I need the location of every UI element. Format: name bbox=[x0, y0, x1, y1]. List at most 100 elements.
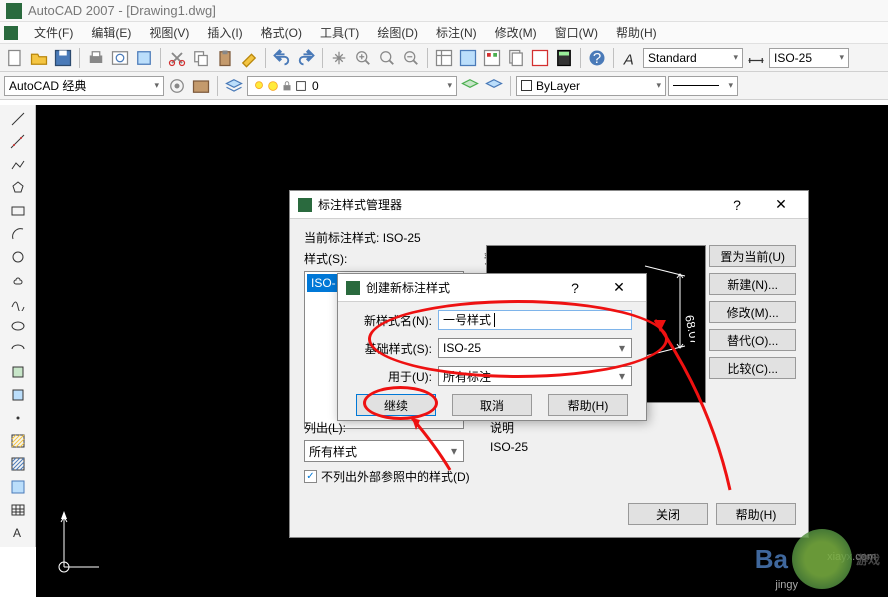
new-name-input[interactable]: 一号样式 bbox=[438, 310, 632, 330]
cut-icon[interactable] bbox=[166, 47, 188, 69]
watermark: Ba 游戏 bbox=[755, 529, 880, 589]
xref-checkbox[interactable]: ✓ bbox=[304, 470, 317, 483]
insert-block-icon[interactable] bbox=[7, 361, 29, 383]
workspace-combo[interactable]: AutoCAD 经典 bbox=[4, 76, 164, 96]
open-icon[interactable] bbox=[28, 47, 50, 69]
compare-button[interactable]: 比较(C)... bbox=[709, 357, 796, 379]
new-button[interactable]: 新建(N)... bbox=[709, 273, 796, 295]
menu-modify[interactable]: 修改(M) bbox=[487, 22, 545, 43]
workspace-toolbar: AutoCAD 经典 0 ByLayer bbox=[0, 72, 888, 100]
menu-file[interactable]: 文件(F) bbox=[26, 22, 81, 43]
menu-dimension[interactable]: 标注(N) bbox=[428, 22, 485, 43]
override-button[interactable]: 替代(O)... bbox=[709, 329, 796, 351]
dialog-title-bar[interactable]: 标注样式管理器 ? ✕ bbox=[290, 191, 808, 219]
save-icon[interactable] bbox=[52, 47, 74, 69]
print-icon[interactable] bbox=[85, 47, 107, 69]
workspace-save-icon[interactable] bbox=[190, 75, 212, 97]
region-icon[interactable] bbox=[7, 476, 29, 498]
dialog-help-button[interactable]: ? bbox=[718, 193, 756, 217]
tool-palette-icon[interactable] bbox=[481, 47, 503, 69]
dialog2-icon bbox=[346, 281, 360, 295]
watermark-logo-icon bbox=[792, 529, 852, 589]
layer-manager-icon[interactable] bbox=[223, 75, 245, 97]
continue-button[interactable]: 继续 bbox=[356, 394, 436, 416]
menu-draw[interactable]: 绘图(D) bbox=[369, 22, 426, 43]
help-icon[interactable]: ? bbox=[586, 47, 608, 69]
separator bbox=[510, 76, 511, 96]
dim-style-btn-icon[interactable] bbox=[745, 47, 767, 69]
arc-icon[interactable] bbox=[7, 223, 29, 245]
layer-lock-icon bbox=[280, 79, 294, 93]
matchprop-icon[interactable] bbox=[238, 47, 260, 69]
workspace-settings-icon[interactable] bbox=[166, 75, 188, 97]
color-combo[interactable]: ByLayer bbox=[516, 76, 666, 96]
menu-insert[interactable]: 插入(I) bbox=[199, 22, 250, 43]
xref-checkbox-row[interactable]: ✓ 不列出外部参照中的样式(D) bbox=[304, 468, 470, 485]
properties-icon[interactable] bbox=[433, 47, 455, 69]
dialog2-close-button[interactable]: ✕ bbox=[600, 276, 638, 300]
menu-view[interactable]: 视图(V) bbox=[141, 22, 197, 43]
markup-icon[interactable] bbox=[529, 47, 551, 69]
paste-icon[interactable] bbox=[214, 47, 236, 69]
new-icon[interactable] bbox=[4, 47, 26, 69]
redo-icon[interactable] bbox=[295, 47, 317, 69]
menu-format[interactable]: 格式(O) bbox=[253, 22, 310, 43]
separator bbox=[580, 48, 581, 68]
title-bar: AutoCAD 2007 - [Drawing1.dwg] bbox=[0, 0, 888, 22]
table-icon[interactable] bbox=[7, 499, 29, 521]
circle-icon[interactable] bbox=[7, 246, 29, 268]
zoom-rt-icon[interactable] bbox=[352, 47, 374, 69]
set-current-button[interactable]: 置为当前(U) bbox=[709, 245, 796, 267]
zoom-prev-icon[interactable] bbox=[400, 47, 422, 69]
line-icon[interactable] bbox=[7, 108, 29, 130]
sheet-set-icon[interactable] bbox=[505, 47, 527, 69]
ellipse-arc-icon[interactable] bbox=[7, 338, 29, 360]
help-button-2[interactable]: 帮助(H) bbox=[548, 394, 628, 416]
polygon-icon[interactable] bbox=[7, 177, 29, 199]
modify-button[interactable]: 修改(M)... bbox=[709, 301, 796, 323]
mtext-icon[interactable]: A bbox=[7, 522, 29, 544]
dim-style-combo[interactable]: ISO-25 bbox=[769, 48, 849, 68]
plot-preview-icon[interactable] bbox=[109, 47, 131, 69]
text-style-btn-icon[interactable]: A bbox=[619, 47, 641, 69]
layer-combo[interactable]: 0 bbox=[247, 76, 457, 96]
menu-help[interactable]: 帮助(H) bbox=[608, 22, 665, 43]
menu-edit[interactable]: 编辑(E) bbox=[83, 22, 139, 43]
undo-icon[interactable] bbox=[271, 47, 293, 69]
layer-states-icon[interactable] bbox=[483, 75, 505, 97]
pan-icon[interactable] bbox=[328, 47, 350, 69]
draw-toolbar: A bbox=[0, 105, 36, 547]
separator bbox=[265, 48, 266, 68]
ellipse-icon[interactable] bbox=[7, 315, 29, 337]
help-button[interactable]: 帮助(H) bbox=[716, 503, 796, 525]
cancel-button[interactable]: 取消 bbox=[452, 394, 532, 416]
dialog2-help-button[interactable]: ? bbox=[556, 276, 594, 300]
hatch-icon[interactable] bbox=[7, 430, 29, 452]
quickcalc-icon[interactable] bbox=[553, 47, 575, 69]
revcloud-icon[interactable] bbox=[7, 269, 29, 291]
xline-icon[interactable] bbox=[7, 131, 29, 153]
text-style-combo[interactable]: Standard bbox=[643, 48, 743, 68]
spline-icon[interactable] bbox=[7, 292, 29, 314]
use-for-select[interactable]: 所有标注 bbox=[438, 366, 632, 386]
dialog2-title-bar[interactable]: 创建新标注样式 ? ✕ bbox=[338, 274, 646, 302]
polyline-icon[interactable] bbox=[7, 154, 29, 176]
dialog-close-button[interactable]: ✕ bbox=[762, 193, 800, 217]
zoom-window-icon[interactable] bbox=[376, 47, 398, 69]
rectangle-icon[interactable] bbox=[7, 200, 29, 222]
close-button[interactable]: 关闭 bbox=[628, 503, 708, 525]
copy-icon[interactable] bbox=[190, 47, 212, 69]
use-for-value: 所有标注 bbox=[443, 368, 491, 385]
list-combo[interactable]: 所有样式 bbox=[304, 440, 464, 462]
menu-window[interactable]: 窗口(W) bbox=[547, 22, 606, 43]
gradient-icon[interactable] bbox=[7, 453, 29, 475]
base-style-select[interactable]: ISO-25 bbox=[438, 338, 632, 358]
make-block-icon[interactable] bbox=[7, 384, 29, 406]
publish-icon[interactable] bbox=[133, 47, 155, 69]
linetype-combo[interactable] bbox=[668, 76, 738, 96]
separator bbox=[322, 48, 323, 68]
design-center-icon[interactable] bbox=[457, 47, 479, 69]
layer-prev-icon[interactable] bbox=[459, 75, 481, 97]
menu-tools[interactable]: 工具(T) bbox=[312, 22, 367, 43]
point-icon[interactable] bbox=[7, 407, 29, 429]
